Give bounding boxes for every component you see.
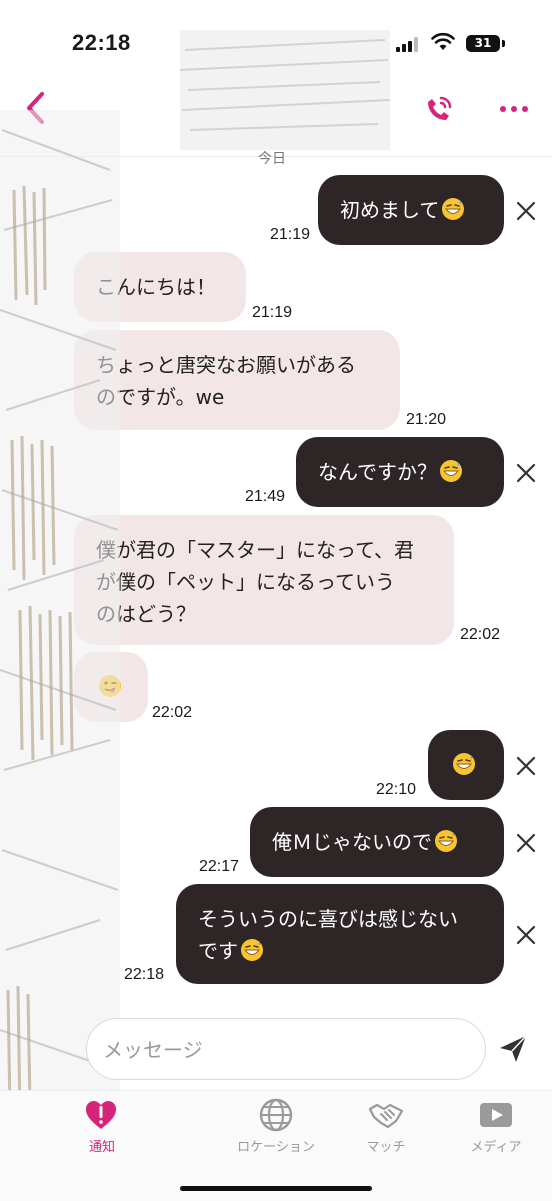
play-icon [480, 1103, 512, 1127]
cellular-signal-icon [396, 36, 422, 52]
wifi-icon [431, 32, 455, 50]
grinning-sweat-emoji-icon [453, 753, 475, 775]
message-time: 22:18 [124, 966, 165, 983]
tab-media[interactable]: メディア [427, 1091, 552, 1161]
tab-label: メディア [470, 1140, 522, 1155]
message-text: 俺Ｍじゃないので [272, 830, 432, 854]
close-icon[interactable] [514, 461, 538, 485]
send-icon[interactable] [496, 1032, 530, 1066]
message-time: 22:17 [199, 858, 240, 875]
message-text: ちょっと唐突なお願いがある のですが。we [96, 353, 356, 409]
message-bubble-sent[interactable]: 初めまして [318, 175, 504, 245]
tab-notifications[interactable]: 通知 [33, 1091, 171, 1161]
grinning-sweat-emoji-icon [440, 460, 462, 482]
message-time: 22:10 [376, 781, 417, 798]
close-icon[interactable] [514, 199, 538, 223]
message-composer [86, 1018, 486, 1080]
message-input[interactable] [101, 1033, 465, 1067]
message-time: 21:49 [245, 488, 286, 505]
message-time: 22:02 [460, 626, 501, 643]
bottom-tab-bar: 通知 ロケーション マッチ メディア [0, 1090, 552, 1201]
message-time: 21:19 [252, 304, 293, 321]
grinning-sweat-emoji-icon [241, 939, 263, 961]
message-text: そういうのに喜びは感じない です [198, 907, 458, 963]
message-bubble-sent[interactable] [428, 730, 504, 800]
grinning-sweat-emoji-icon [435, 830, 457, 852]
message-bubble-sent[interactable]: 俺Ｍじゃないので [250, 807, 504, 877]
globe-icon [259, 1098, 293, 1132]
tab-label: 通知 [88, 1140, 115, 1155]
message-time: 22:02 [152, 704, 193, 721]
message-text: 僕が君の「マスター」になって、君 が僕の「ペット」になるっていう のはどう？ [96, 538, 414, 626]
message-bubble-received[interactable]: ちょっと唐突なお願いがある のですが。we [74, 330, 400, 430]
message-text: 初めまして [340, 198, 440, 222]
close-icon[interactable] [514, 831, 538, 855]
message-bubble-sent[interactable]: なんですか？ [296, 437, 504, 507]
close-icon[interactable] [514, 923, 538, 947]
handshake-icon [368, 1103, 404, 1129]
phone-call-icon[interactable] [422, 92, 456, 126]
redaction-scribble [180, 30, 390, 150]
home-indicator [180, 1186, 372, 1191]
close-icon[interactable] [514, 754, 538, 778]
battery-level: 31 [474, 36, 492, 50]
message-time: 21:19 [270, 226, 311, 243]
message-text: なんですか？ [318, 460, 437, 484]
date-separator: 今日 [258, 151, 286, 167]
message-time: 21:20 [406, 411, 447, 428]
grinning-sweat-emoji-icon [442, 198, 465, 220]
status-time: 22:18 [72, 30, 131, 55]
message-bubble-received[interactable]: 僕が君の「マスター」になって、君 が僕の「ペット」になるっていう のはどう？ [74, 515, 454, 645]
battery-cap [502, 40, 505, 47]
more-horizontal-icon[interactable] [496, 94, 532, 124]
heart-alert-icon [86, 1101, 116, 1129]
battery-icon: 31 [466, 35, 500, 52]
message-bubble-sent[interactable]: そういうのに喜びは感じない です [176, 884, 504, 984]
